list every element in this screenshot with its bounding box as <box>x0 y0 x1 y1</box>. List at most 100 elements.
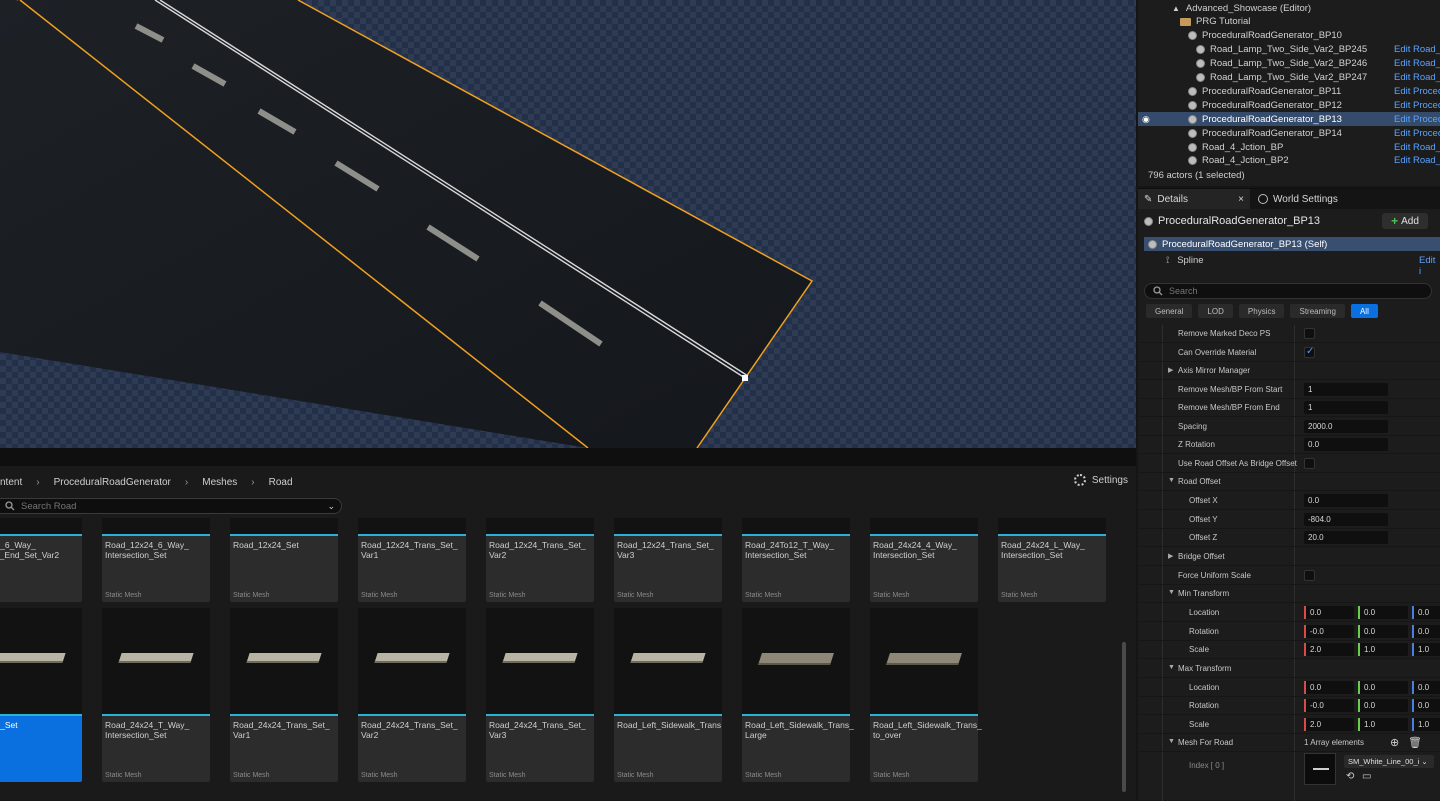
asset-tile[interactable]: Road_Left_Sidewalk_Trans Static Mesh <box>614 608 722 782</box>
max-rotation-y[interactable]: 0.0 <box>1358 699 1408 712</box>
asset-tile[interactable]: Road_12x24_Set Static Mesh <box>230 518 338 602</box>
remove-end-field[interactable]: 1 <box>1304 401 1388 414</box>
outliner-row[interactable]: Road_Lamp_Two_Side_Var2_BP246 Edit Road_L <box>1138 57 1440 71</box>
crumb-meshes[interactable]: Meshes <box>202 477 237 488</box>
edit-blueprint-link[interactable]: Edit Road_L <box>1394 58 1440 69</box>
component-spline[interactable]: ⟟ Spline <box>1166 255 1204 266</box>
tab-details[interactable]: ✎ Details × <box>1138 189 1250 209</box>
min-location-y[interactable]: 0.0 <box>1358 606 1408 619</box>
mesh-thumbnail[interactable] <box>1304 753 1336 785</box>
details-search-box[interactable] <box>1144 283 1432 299</box>
min-rotation-x[interactable]: -0.0 <box>1304 625 1354 638</box>
outliner-row[interactable]: Road_4_Jction_BP2 Edit Road_4 <box>1138 154 1440 168</box>
min-rotation-z[interactable]: 0.0 <box>1412 625 1440 638</box>
edit-blueprint-link[interactable]: Edit Proced <box>1394 100 1440 111</box>
max-rotation-x[interactable]: -0.0 <box>1304 699 1354 712</box>
details-search-input[interactable] <box>1169 286 1409 296</box>
min-scale-z[interactable]: 1.0 <box>1412 643 1440 656</box>
outliner-row[interactable]: PRG Tutorial <box>1138 15 1440 29</box>
spacing-field[interactable]: 2000.0 <box>1304 420 1388 433</box>
use-road-offset-checkbox[interactable] <box>1304 458 1315 469</box>
max-location-z[interactable]: 0.0 <box>1412 681 1440 694</box>
edit-blueprint-link[interactable]: Edit Road_4 <box>1394 155 1440 166</box>
prop-bridge-offset[interactable]: ▶ Bridge Offset <box>1138 548 1440 566</box>
collapse-arrow-icon[interactable]: ▼ <box>1168 477 1175 484</box>
prop-axis-mirror[interactable]: ▶ Axis Mirror Manager <box>1138 362 1440 380</box>
expand-arrow-icon[interactable]: ▶ <box>1168 366 1173 374</box>
visibility-eye-icon[interactable]: ◉ <box>1142 114 1150 125</box>
asset-tile[interactable]: Road_12x24_Trans_Set_ Var3 Static Mesh <box>614 518 722 602</box>
filter-lod[interactable]: LOD <box>1198 304 1233 318</box>
collapse-arrow-icon[interactable]: ▼ <box>1168 664 1175 671</box>
level-viewport[interactable] <box>0 0 1136 448</box>
filter-physics[interactable]: Physics <box>1238 304 1285 318</box>
max-scale-z[interactable]: 1.0 <box>1412 718 1440 731</box>
min-location-z[interactable]: 0.0 <box>1412 606 1440 619</box>
asset-search-box[interactable]: ⌄ <box>0 498 342 514</box>
asset-tile[interactable]: Road_24x24_Trans_Set_ Var1 Static Mesh <box>230 608 338 782</box>
asset-tile[interactable]: Road_12x24_6_Way_ Intersection_Set Static… <box>102 518 210 602</box>
asset-tile[interactable]: Road_12x24_Trans_Set_ Var1 Static Mesh <box>358 518 466 602</box>
can-override-checkbox[interactable] <box>1304 346 1315 358</box>
asset-tile[interactable]: Road_12x24_Trans_Set_ Var2 Static Mesh <box>486 518 594 602</box>
z-rotation-field[interactable]: 0.0 <box>1304 438 1388 451</box>
offset-x-field[interactable]: 0.0 <box>1304 494 1388 507</box>
outliner-row[interactable]: ▲ Advanced_Showcase (Editor) <box>1138 1 1440 15</box>
add-element-icon[interactable]: ⊕ <box>1390 736 1399 749</box>
outliner-row[interactable]: ProceduralRoadGenerator_BP10 <box>1138 29 1440 43</box>
edit-blueprint-link[interactable]: Edit Road_L <box>1394 72 1440 83</box>
asset-tile[interactable]: Road_24x24_Trans_Set_ Var2 Static Mesh <box>358 608 466 782</box>
outliner-row[interactable]: Road_Lamp_Two_Side_Var2_BP247 Edit Road_L <box>1138 71 1440 85</box>
collapse-arrow-icon[interactable]: ▼ <box>1168 589 1175 596</box>
outliner-row[interactable]: ProceduralRoadGenerator_BP12 Edit Proced <box>1138 98 1440 112</box>
remove-marked-checkbox[interactable] <box>1304 328 1315 339</box>
asset-tile[interactable]: Road_Left_Sidewalk_Trans_ to_over Static … <box>870 608 982 782</box>
edit-blueprint-link[interactable]: Edit Road_4 <box>1394 142 1440 153</box>
offset-y-field[interactable]: -804.0 <box>1304 513 1388 526</box>
edit-blueprint-link[interactable]: Edit Proced <box>1394 128 1440 139</box>
prop-mesh-for-road[interactable]: ▼ Mesh For Road 1 Array elements ⊕ 🗑 <box>1138 734 1440 752</box>
chevron-down-icon[interactable]: ⌄ <box>327 501 335 512</box>
min-rotation-y[interactable]: 0.0 <box>1358 625 1408 638</box>
crumb-content[interactable]: ntent <box>0 477 22 488</box>
asset-tile[interactable]: Road_24x24_Trans_Set_ Var3 Static Mesh <box>486 608 594 782</box>
use-selected-icon[interactable]: ⟲ <box>1346 771 1354 782</box>
max-scale-y[interactable]: 1.0 <box>1358 718 1408 731</box>
crumb-prg[interactable]: ProceduralRoadGenerator <box>54 477 171 488</box>
outliner-row[interactable]: Road_4_Jction_BP Edit Road_4 <box>1138 140 1440 154</box>
prop-min-transform[interactable]: ▼ Min Transform <box>1138 585 1440 603</box>
min-scale-x[interactable]: 2.0 <box>1304 643 1354 656</box>
crumb-road[interactable]: Road <box>269 477 293 488</box>
browse-folder-icon[interactable]: ▭ <box>1362 771 1371 782</box>
min-location-x[interactable]: 0.0 <box>1304 606 1354 619</box>
max-scale-x[interactable]: 2.0 <box>1304 718 1354 731</box>
tab-world-settings[interactable]: World Settings <box>1252 189 1344 209</box>
asset-grid-scrollbar[interactable] <box>1122 642 1126 792</box>
prop-max-transform[interactable]: ▼ Max Transform <box>1138 660 1440 678</box>
max-rotation-z[interactable]: 0.0 <box>1412 699 1440 712</box>
outliner-row[interactable]: ProceduralRoadGenerator_BP14 Edit Proced <box>1138 126 1440 140</box>
remove-start-field[interactable]: 1 <box>1304 383 1388 396</box>
component-self[interactable]: ProceduralRoadGenerator_BP13 (Self) <box>1144 237 1440 251</box>
offset-z-field[interactable]: 20.0 <box>1304 531 1388 544</box>
max-location-y[interactable]: 0.0 <box>1358 681 1408 694</box>
edit-blueprint-link[interactable]: Edit Proced <box>1394 114 1440 125</box>
filter-streaming[interactable]: Streaming <box>1290 304 1345 318</box>
collapse-arrow-icon[interactable]: ▼ <box>1168 738 1175 745</box>
asset-tile[interactable]: Road_24x24_4_Way_ Intersection_Set Static… <box>870 518 978 602</box>
filter-all[interactable]: All <box>1350 304 1378 318</box>
asset-tile[interactable]: Road_24To12_T_Way_ Intersection_Set Stati… <box>742 518 850 602</box>
outliner-row[interactable]: ProceduralRoadGenerator_BP11 Edit Proced <box>1138 84 1440 98</box>
search-input[interactable] <box>21 500 321 512</box>
filter-general[interactable]: General <box>1146 304 1193 318</box>
min-scale-y[interactable]: 1.0 <box>1358 643 1408 656</box>
edit-blueprint-link[interactable]: Edit Road_L <box>1394 44 1440 55</box>
asset-tile[interactable]: Road_Left_Sidewalk_Trans_ Large Static Me… <box>742 608 854 782</box>
expand-arrow-icon[interactable]: ▶ <box>1168 552 1173 560</box>
settings-button[interactable]: Settings <box>1073 474 1128 486</box>
asset-tile[interactable]: 12x24_6_Way_ ection_End_Set_Var2esh <box>0 518 82 602</box>
asset-tile[interactable]: Road_24x24_L_Way_ Intersection_Set Static… <box>998 518 1106 602</box>
force-uniform-checkbox[interactable] <box>1304 570 1315 581</box>
edit-in-cpp-link[interactable]: Edit i <box>1419 255 1440 277</box>
mesh-asset-picker[interactable]: SM_White_Line_00_i ⌄ <box>1344 755 1434 768</box>
